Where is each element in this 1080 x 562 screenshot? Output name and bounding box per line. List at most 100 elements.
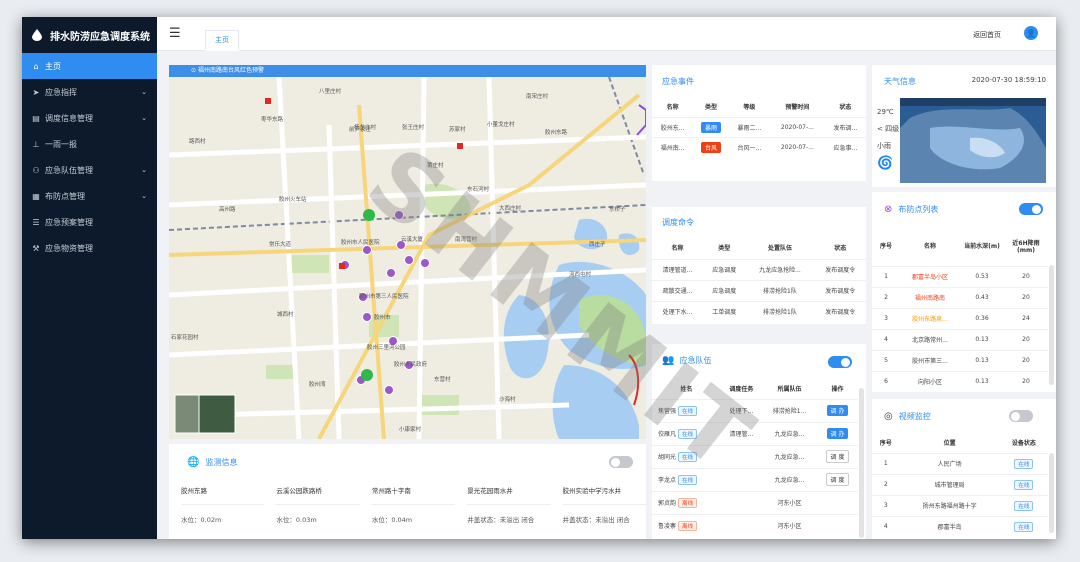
video-status-cell: 在线 [999, 494, 1048, 516]
sidebar-item-5[interactable]: ▦ 布防点管理 ⌄ [22, 183, 157, 209]
sidebar-item-label: 布防点管理 [45, 191, 85, 201]
table-row[interactable]: 2 福州南路南 0.43 20 [872, 286, 1048, 308]
point-rain: 20 [1004, 328, 1048, 350]
column-header: 操作 [831, 386, 844, 394]
event-type-badge: 台风 [700, 141, 721, 153]
table-row[interactable]: 处理下水... 工单调度 排涝抢险1队 发布调度令 [652, 300, 866, 322]
sidebar-item-7[interactable]: ⚒ 应急物资管理 [22, 235, 157, 261]
event-type-cell: 台风 [693, 136, 729, 157]
team-marker[interactable] [363, 209, 375, 221]
map-label: 胶州东路 [545, 130, 568, 136]
monitor-column: 云溪公园跌路桥 水位：0.03m [264, 477, 360, 535]
point-no: 6 [872, 370, 900, 392]
video-table: 序号 位置 设备状态 1 人民广场 在线 2 城市管理局 在线 3 扬州东路福州路十字 在线 4 郡富半岛… [872, 433, 1048, 537]
table-row[interactable]: 胶州东... 暴雨 暴雨二... 2020-07-... 发布调... [652, 116, 866, 137]
table-row[interactable]: 1 人民广场 在线 [872, 452, 1048, 474]
events-table: 名称 类型 等级 预警时间 状态 胶州东... 暴雨 暴雨二... 2020-07-... 发布调… [652, 97, 866, 157]
map-label: 常乐大道 [269, 242, 292, 248]
table-row[interactable]: 胡同光 在线 九龙应急... 调 度 [652, 444, 858, 468]
table-row[interactable]: 4 郡富半岛 在线 [872, 515, 1048, 537]
table-row[interactable]: 疏散交通... 应急调度 排涝抢险1队 发布调度令 [652, 279, 866, 301]
app-title: 排水防涝应急调度系统 [50, 31, 150, 43]
top-bar: ☰ 主页 返回首页 👤 [157, 17, 1056, 51]
video-status-cell: 在线 [999, 452, 1048, 474]
table-header: 序号 位置 设备状态 [872, 433, 1048, 453]
column-header: 名称 [671, 245, 684, 253]
map-label: 胶州湾 [309, 382, 326, 388]
map-label: 东桥子 [609, 207, 626, 213]
map-label: 南湾营村 [455, 237, 478, 243]
typhoon-icon: 🌀 [877, 156, 894, 171]
points-scrollbar[interactable] [1049, 265, 1054, 385]
table-row[interactable]: 1 郡富半岛小区 0.53 20 [872, 265, 1048, 287]
home-icon: ⌂ [33, 61, 39, 71]
sidebar-item-4[interactable]: ⚇ 应急队伍管理 ⌄ [22, 157, 157, 183]
table-row[interactable]: 焦营强 在线 处理下... 排涝抢险1... 调 办 [652, 398, 858, 422]
defense-point-marker[interactable] [386, 268, 396, 278]
point-no: 1 [872, 265, 900, 287]
sidebar-item-0[interactable]: ⌂ 主页 [22, 53, 157, 79]
monitor-toggle[interactable] [609, 456, 633, 468]
monitor-panel: 🌐 监测信息 胶州东路 水位：0.02m 云溪公园跌路桥 水位：0.03m 常州路十字南… [169, 444, 647, 539]
sidebar-item-3[interactable]: ⊥ 一雨一报 [22, 131, 157, 157]
sidebar-item-6[interactable]: ☰ 应急预案管理 [22, 209, 157, 235]
table-row[interactable]: 3 扬州东路福州路十字 在线 [872, 494, 1048, 516]
dispatch-button[interactable]: 调 办 [826, 405, 849, 416]
map-view[interactable]: 八里庄村 枣华东路 南宋庄村 前尹家庄 苏家村 张王庄村 小董戈庄村 杨戈庄村 胶州东路 莆庄村东… [169, 65, 646, 439]
video-toggle[interactable] [1009, 410, 1033, 422]
teams-scrollbar[interactable] [859, 388, 864, 538]
defense-point-marker[interactable] [362, 245, 372, 255]
table-row[interactable]: 6 向阳小区 0.13 20 [872, 370, 1048, 392]
map-label: 胶州市人民医院 [341, 240, 380, 246]
defense-point-marker[interactable] [420, 258, 430, 268]
dispatch-button[interactable]: 调 度 [825, 450, 850, 463]
member-task [720, 467, 762, 491]
table-row[interactable]: 4 北京路常州... 0.13 20 [872, 328, 1048, 350]
point-rain: 20 [1004, 349, 1048, 371]
team-marker[interactable] [361, 369, 373, 381]
points-toggle[interactable] [1019, 203, 1043, 215]
menu-toggle-icon[interactable]: ☰ [169, 26, 181, 41]
command-status: 发布调度令 [814, 300, 866, 322]
table-row[interactable]: 2 城市管理局 在线 [872, 473, 1048, 495]
weather-temp: 29℃ [877, 108, 894, 116]
points-panel: ⊗ 布防点列表 序号 名称 当前水深(m) 近6H降雨(mm) 1 郡富半岛小区 0.53 2… [872, 192, 1056, 392]
teams-toggle[interactable] [828, 356, 852, 368]
globe-icon: 🌐 [187, 457, 200, 468]
event-level: 暴雨二... [728, 116, 770, 137]
sidebar-item-2[interactable]: ▤ 调度信息管理 ⌄ [22, 105, 157, 131]
defense-point-marker[interactable] [362, 312, 372, 322]
table-row[interactable]: 清理管道... 应急调度 九龙应急抢险... 发布调度令 [652, 258, 866, 280]
map-label: 杨戈庄村 [354, 125, 377, 131]
dispatch-button[interactable]: 调 度 [825, 473, 850, 486]
table-row[interactable]: 鲁凌寨 离线 河东小区 [652, 513, 858, 537]
table-row[interactable]: 福州南... 台风 台风一... 2020-07-... 应急事... [652, 136, 866, 157]
defense-point-marker[interactable] [394, 210, 404, 220]
column-header: 类型 [718, 245, 731, 253]
defense-point-marker[interactable] [384, 385, 394, 395]
point-depth: 0.13 [960, 349, 1004, 371]
column-header: 名称 [923, 243, 936, 251]
point-no: 3 [872, 307, 900, 329]
defense-point-marker[interactable] [404, 255, 414, 265]
video-location: 郡富半岛 [899, 515, 1000, 537]
action-cell [817, 513, 858, 537]
dispatch-button[interactable]: 调 办 [826, 428, 849, 439]
video-status-badge: 在线 [1014, 479, 1034, 490]
back-home-link[interactable]: 返回首页 [973, 30, 1001, 40]
point-rain: 20 [1004, 286, 1048, 308]
table-row[interactable]: 郭贞韵 离线 河东小区 [652, 490, 858, 514]
tab-home[interactable]: 主页 [205, 30, 239, 51]
table-row[interactable]: 李龙点 在线 九龙应急... 调 度 [652, 467, 858, 491]
table-row[interactable]: 佼雁凡 在线 清理管... 九龙应急... 调 办 [652, 421, 858, 445]
table-row[interactable]: 3 胶州东路泉... 0.36 24 [872, 307, 1048, 329]
map-label: 胶州三里河公园 [367, 345, 406, 351]
map-canvas[interactable] [169, 65, 646, 439]
table-row[interactable]: 5 胶州市第三... 0.13 20 [872, 349, 1048, 371]
point-icon: ⊗ [884, 204, 893, 215]
sidebar-item-1[interactable]: ➤ 应急指挥 ⌄ [22, 79, 157, 105]
user-avatar-icon[interactable]: 👤 [1024, 26, 1038, 40]
video-scrollbar[interactable] [1049, 453, 1054, 533]
video-status-cell: 在线 [999, 473, 1048, 495]
poi-marker [457, 143, 463, 149]
